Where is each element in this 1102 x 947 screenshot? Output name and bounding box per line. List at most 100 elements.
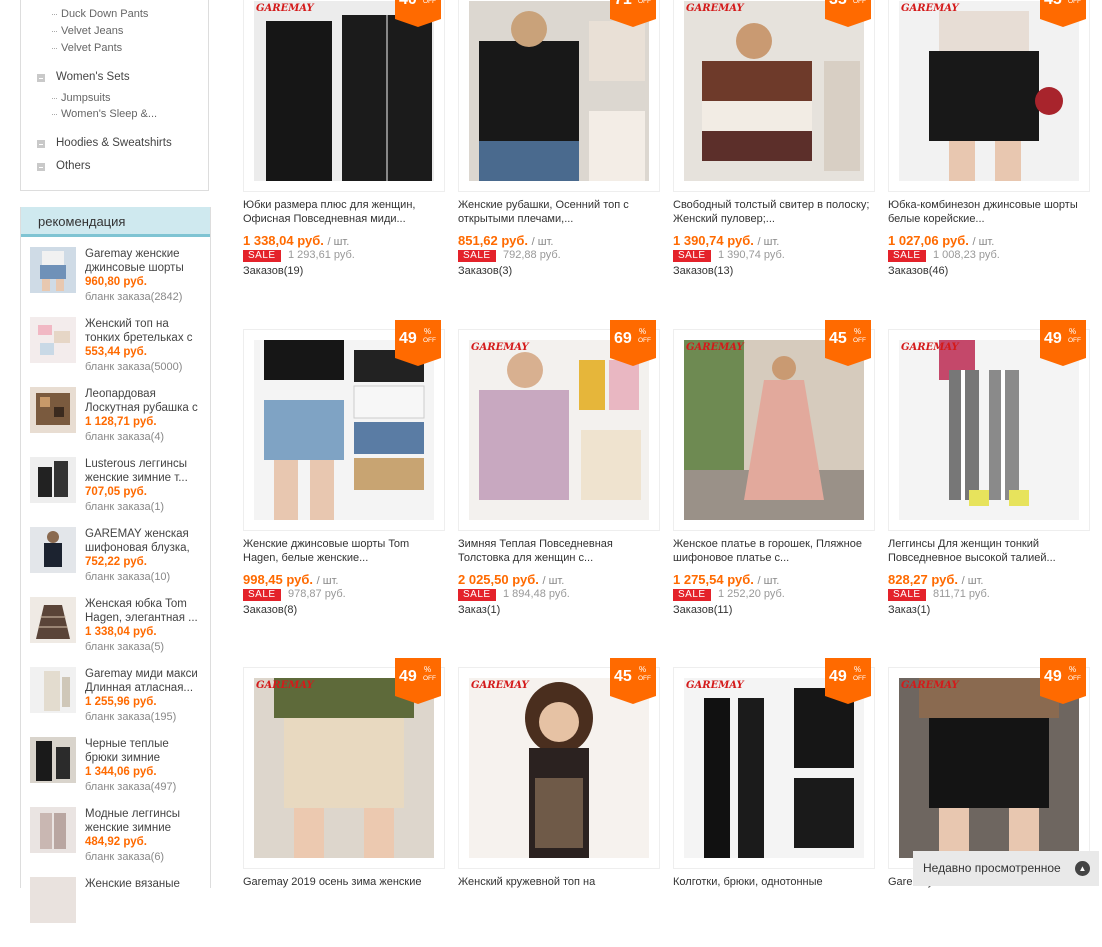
rec-item[interactable]: Garemay миди макси Длинная атласная... 1… — [30, 667, 205, 737]
rec-item-image[interactable] — [30, 247, 76, 293]
rec-item-title[interactable]: Женские вязаные — [85, 877, 205, 891]
category-womens-sleep[interactable]: Women's Sleep &... — [51, 108, 157, 120]
product-photo — [899, 678, 1079, 858]
discount-badge: 69% OFF — [610, 320, 656, 366]
brand-logo: GAREMAY — [686, 342, 744, 353]
sidebar: Duck Down Pants Velvet Jeans Velvet Pant… — [20, 0, 211, 923]
rec-item[interactable]: Garemay женские джинсовые шорты 960,80 р… — [30, 247, 205, 317]
category-womens-sets[interactable]: Women's Sets — [37, 71, 130, 83]
sale-badge: SALE — [243, 589, 281, 601]
rec-item-image[interactable] — [30, 737, 76, 783]
old-price: 1 252,20 руб. — [718, 588, 785, 600]
rec-item-image[interactable] — [30, 457, 76, 503]
rec-item[interactable]: Женская юбка Tom Hagen, элегантная ... 1… — [30, 597, 205, 667]
rec-item-title[interactable]: Garemay женские джинсовые шорты — [85, 247, 205, 275]
rec-item-title[interactable]: GAREMAY женская шифоновая блузка, — [85, 527, 205, 555]
rec-item-title[interactable]: Черные теплые брюки зимние — [85, 737, 205, 765]
collapse-icon[interactable] — [37, 163, 45, 171]
category-jumpsuits[interactable]: Jumpsuits — [52, 92, 111, 104]
product-price: 851,62 руб. / шт. — [458, 233, 554, 248]
rec-item[interactable]: Леопардовая Лоскутная рубашка с 1 128,71… — [30, 387, 205, 457]
rec-item-image[interactable] — [30, 807, 76, 853]
order-count: Заказов(46) — [888, 265, 949, 277]
category-hoodies[interactable]: Hoodies & Sweatshirts — [37, 137, 172, 149]
rec-item-image[interactable] — [30, 597, 76, 643]
rec-item-title[interactable]: Леопардовая Лоскутная рубашка с — [85, 387, 205, 415]
product-photo — [469, 340, 649, 520]
product-image[interactable]: GAREMAY — [243, 0, 445, 192]
rec-item-title[interactable]: Женская юбка Tom Hagen, элегантная ... — [85, 597, 205, 625]
recently-viewed-button[interactable]: Недавно просмотренное ▲ — [913, 851, 1099, 886]
rec-item-image[interactable] — [30, 877, 76, 923]
order-count: Заказов(19) — [243, 265, 304, 277]
discount-badge: 49% OFF — [1040, 320, 1086, 366]
rec-item[interactable]: Модные леггинсы женские зимние 484,92 ру… — [30, 807, 205, 877]
sale-badge: SALE — [673, 589, 711, 601]
rec-item[interactable]: GAREMAY женская шифоновая блузка, 752,22… — [30, 527, 205, 597]
collapse-icon[interactable] — [37, 140, 45, 148]
product-photo — [684, 1, 864, 181]
discount-badge: 49% OFF — [1040, 658, 1086, 704]
rec-item-price: 960,80 руб. — [85, 276, 147, 288]
product-title[interactable]: Женское платье в горошек, Пляжное шифоно… — [673, 537, 873, 565]
product-price: 1 390,74 руб. / шт. — [673, 233, 780, 248]
product-title[interactable]: Свободный толстый свитер в полоску; Женс… — [673, 198, 873, 226]
rec-item-orders: бланк заказа(5) — [85, 641, 165, 653]
sale-badge: SALE — [673, 250, 711, 262]
rec-item-image[interactable] — [30, 317, 76, 363]
rec-item-title[interactable]: Lusterous леггинсы женские зимние т... — [85, 457, 205, 485]
old-price: 811,71 руб. — [933, 588, 990, 600]
brand-logo: GAREMAY — [686, 680, 744, 691]
brand-logo: GAREMAY — [901, 680, 959, 691]
rec-item-price: 1 344,06 руб. — [85, 766, 157, 778]
product-title[interactable]: Женский кружевной топ на — [458, 875, 658, 889]
chevron-up-icon[interactable]: ▲ — [1075, 861, 1090, 876]
product-price: 828,27 руб. / шт. — [888, 572, 984, 587]
old-price: 1 894,48 руб. — [503, 588, 570, 600]
discount-badge: 49% OFF — [395, 658, 441, 704]
discount-badge: 35%OFF — [825, 0, 871, 27]
discount-badge: 40%OFF — [395, 0, 441, 27]
old-price: 1 008,23 руб. — [933, 249, 1000, 261]
product-title[interactable]: Юбка-комбинезон джинсовые шорты белые ко… — [888, 198, 1088, 226]
rec-item-image[interactable] — [30, 667, 76, 713]
rec-item-price: 752,22 руб. — [85, 556, 147, 568]
old-price: 1 390,74 руб. — [718, 249, 785, 261]
recently-viewed-label: Недавно просмотренное — [923, 861, 1061, 875]
product-price: 1 338,04 руб. / шт. — [243, 233, 350, 248]
product-title[interactable]: Женские рубашки, Осенний топ с открытыми… — [458, 198, 658, 226]
product-image[interactable] — [458, 0, 660, 192]
product-title[interactable]: Garemay 2019 осень зима женские — [243, 875, 443, 889]
category-others[interactable]: Others — [37, 160, 91, 172]
brand-logo: GAREMAY — [256, 3, 314, 14]
product-title[interactable]: Юбки размера плюс для женщин, Офисная По… — [243, 198, 443, 226]
rec-item[interactable]: Женский топ на тонких бретельках с 553,4… — [30, 317, 205, 387]
rec-item-image[interactable] — [30, 527, 76, 573]
sale-badge: SALE — [888, 250, 926, 262]
recommendation-heading: рекомендация — [21, 207, 210, 237]
category-duck-down-pants[interactable]: Duck Down Pants — [51, 8, 148, 20]
product-title[interactable]: Зимняя Теплая Повседневная Толстовка для… — [458, 537, 658, 565]
discount-badge: 49% OFF — [395, 320, 441, 366]
product-image[interactable]: GAREMAY — [888, 0, 1090, 192]
order-count: Заказов(8) — [243, 604, 298, 616]
rec-item-title[interactable]: Модные леггинсы женские зимние — [85, 807, 205, 835]
product-title[interactable]: Колготки, брюки, однотонные — [673, 875, 873, 889]
collapse-icon[interactable] — [37, 74, 45, 82]
product-title[interactable]: Женские джинсовые шорты Tom Hagen, белые… — [243, 537, 443, 565]
order-count: Заказов(13) — [673, 265, 734, 277]
rec-item-orders: бланк заказа(2842) — [85, 291, 183, 303]
rec-item[interactable]: Черные теплые брюки зимние 1 344,06 руб.… — [30, 737, 205, 807]
product-photo — [684, 340, 864, 520]
rec-item-title[interactable]: Garemay миди макси Длинная атласная... — [85, 667, 205, 695]
product-photo — [899, 340, 1079, 520]
rec-item-image[interactable] — [30, 387, 76, 433]
category-velvet-jeans[interactable]: Velvet Jeans — [51, 25, 123, 37]
rec-item[interactable]: Lusterous леггинсы женские зимние т... 7… — [30, 457, 205, 527]
category-velvet-pants[interactable]: Velvet Pants — [51, 42, 122, 54]
product-title[interactable]: Леггинсы Для женщин тонкий Повседневное … — [888, 537, 1088, 565]
product-image[interactable]: GAREMAY — [673, 0, 875, 192]
product-price: 1 275,54 руб. / шт. — [673, 572, 780, 587]
brand-logo: GAREMAY — [901, 342, 959, 353]
rec-item-title[interactable]: Женский топ на тонких бретельках с — [85, 317, 205, 345]
